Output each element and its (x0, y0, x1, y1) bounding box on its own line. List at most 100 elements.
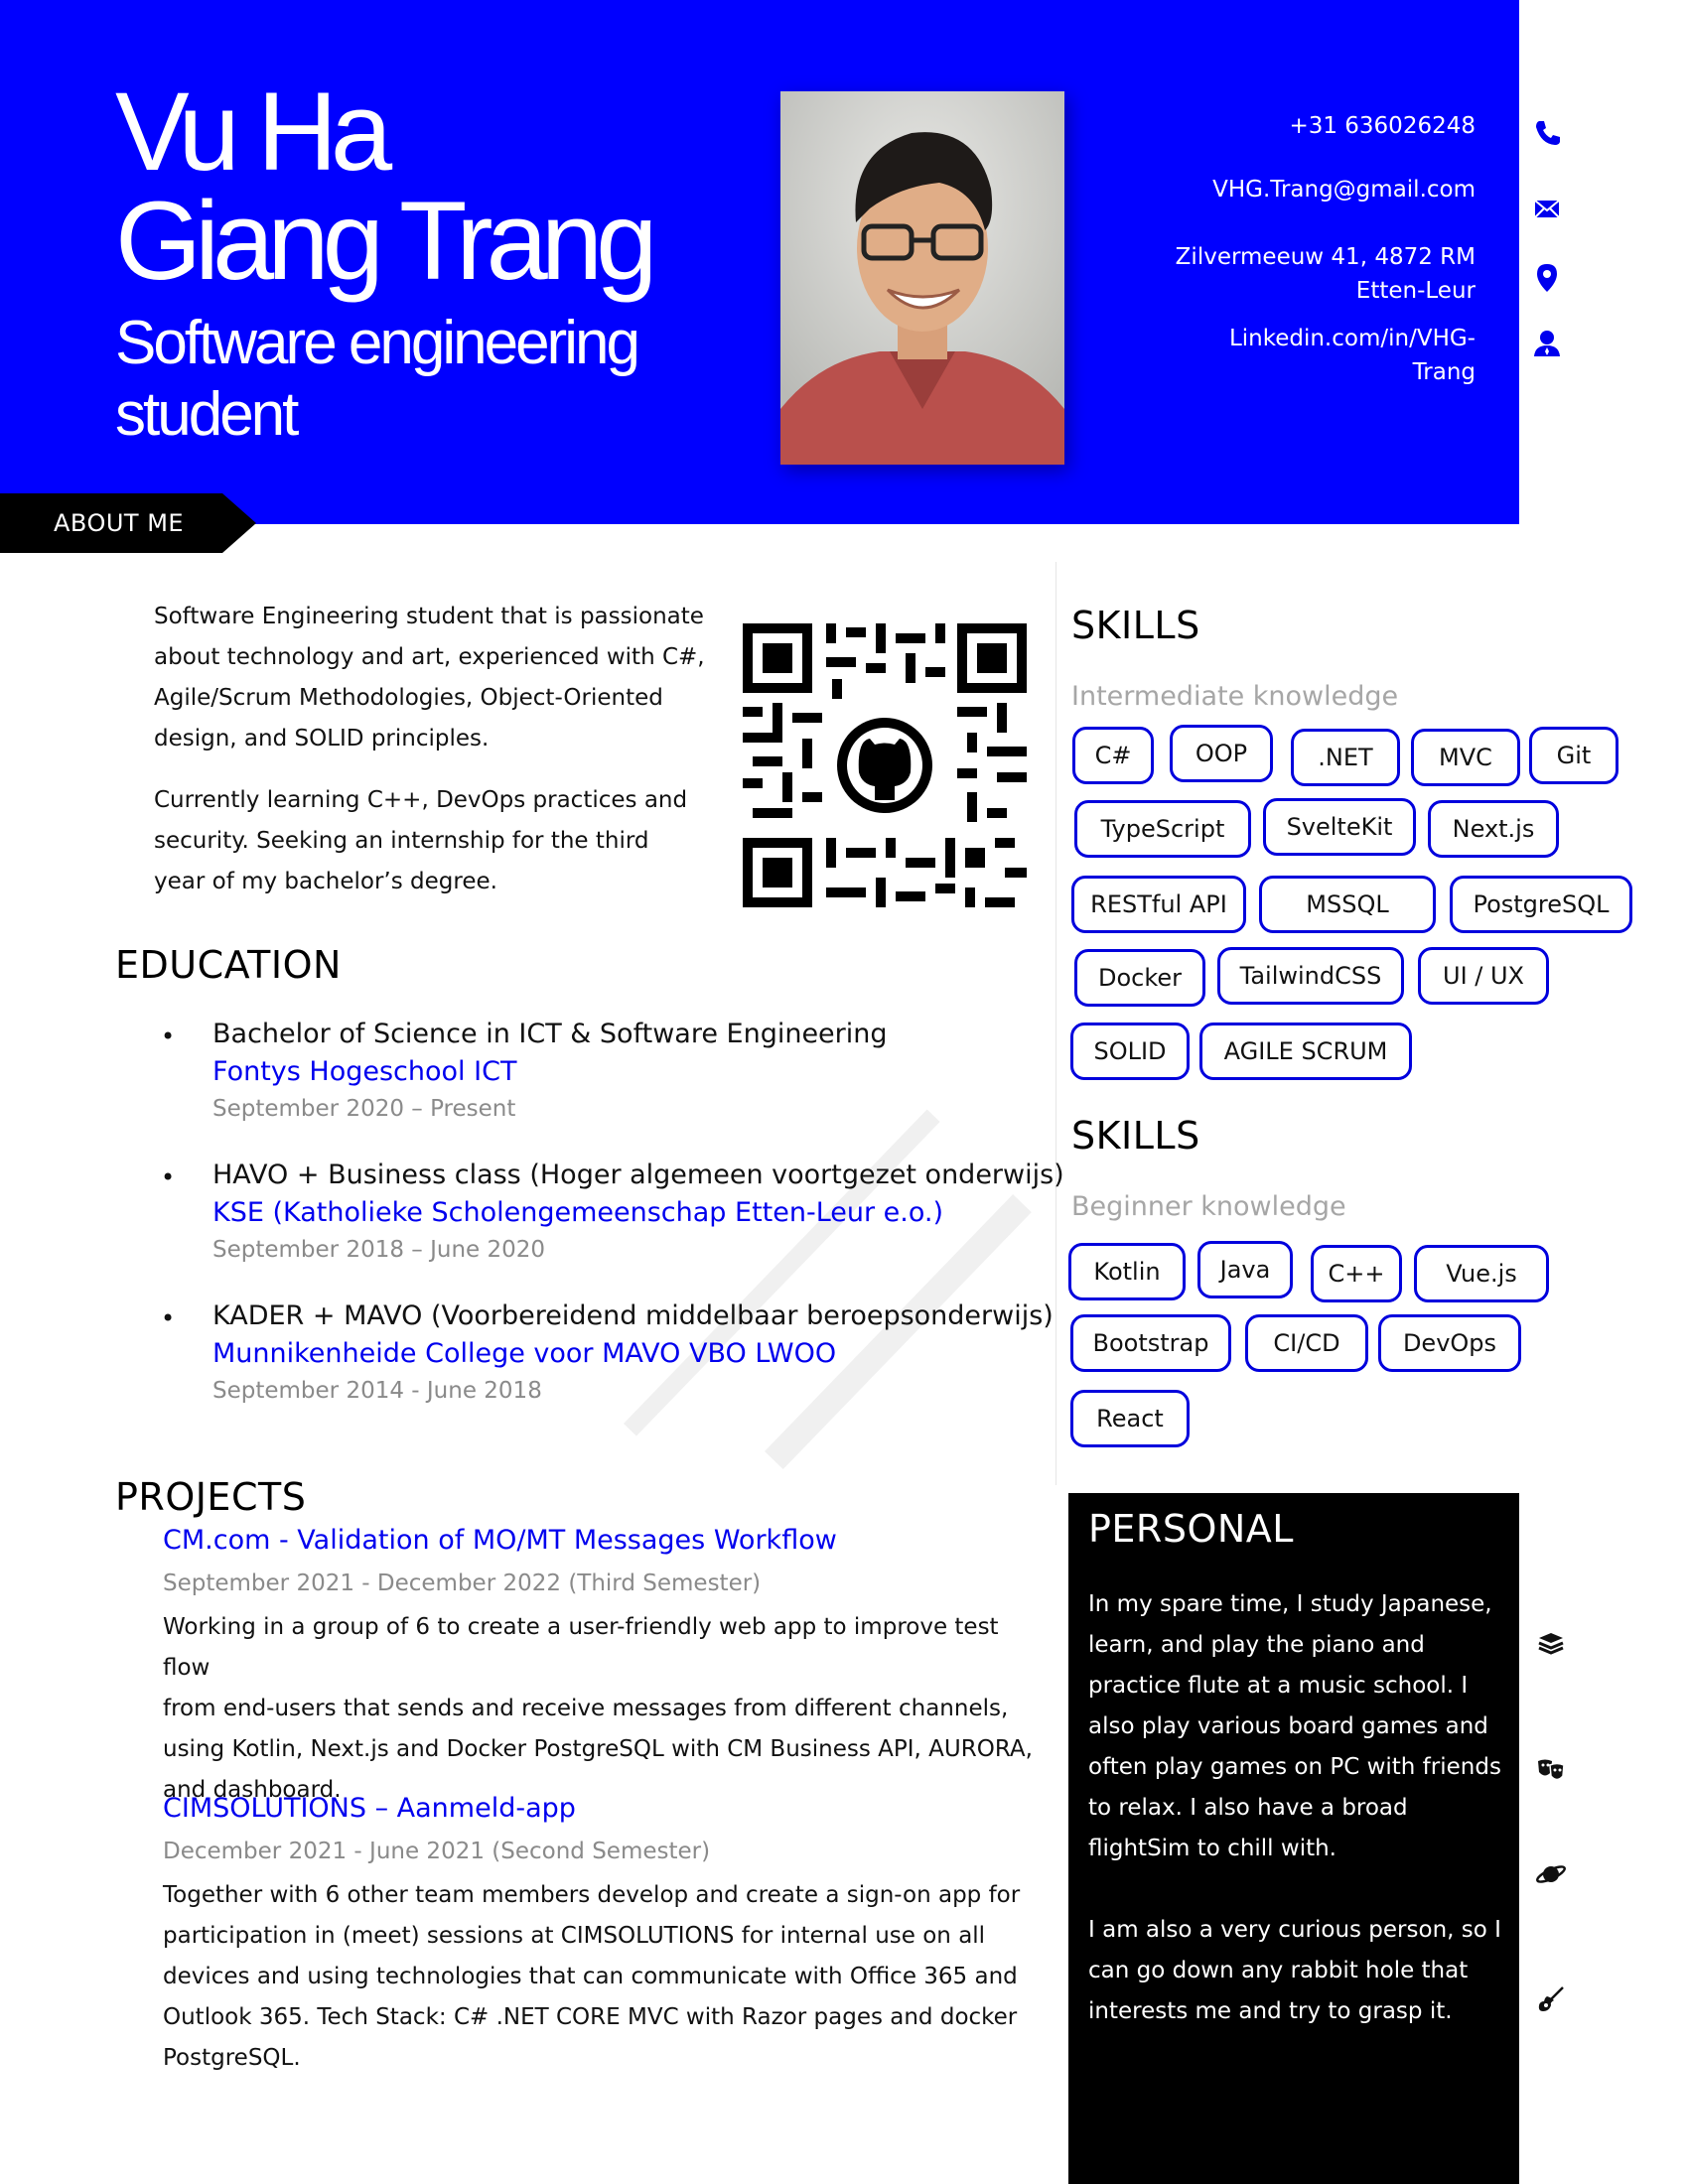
personal-line: often play games on PC with friends (1088, 1754, 1501, 1780)
decorative-stripe (624, 1109, 940, 1436)
project-line: Outlook 365. Tech Stack: C# .NET CORE MV… (163, 2004, 1018, 2030)
about-line: security. Seeking an internship for the … (154, 828, 649, 854)
projects-heading: PROJECTS (115, 1475, 307, 1519)
personal-heading: PERSONAL (1088, 1507, 1294, 1551)
personal-line: also play various board games and (1088, 1713, 1488, 1739)
job-title: Software engineering student (115, 308, 671, 451)
github-qr-code[interactable] (743, 623, 1027, 907)
skill-pill: C# (1072, 727, 1154, 784)
skill-pill: CI/CD (1245, 1314, 1368, 1372)
about-me-tab-label: ABOUT ME (54, 509, 185, 537)
profile-icon (1534, 331, 1560, 356)
personal-line: to relax. I also have a broad (1088, 1795, 1408, 1821)
skill-pill: Vue.js (1414, 1245, 1549, 1302)
education-school[interactable]: Fontys Hogeschool ICT (212, 1056, 516, 1087)
skill-pill: TypeScript (1074, 800, 1251, 858)
job-title-line2: student (115, 380, 299, 449)
skill-pill: Bootstrap (1070, 1314, 1231, 1372)
skill-pill: UI / UX (1418, 947, 1549, 1005)
contact-email[interactable]: VHG.Trang@gmail.com (1212, 173, 1476, 206)
job-title-line1: Software engineering (115, 309, 640, 377)
bullet: • (161, 1304, 176, 1332)
education-dates: September 2018 – June 2020 (212, 1237, 546, 1263)
about-line: about technology and art, experienced wi… (154, 644, 705, 670)
contact-linkedin[interactable]: Linkedin.com/in/VHG- Trang (1229, 322, 1476, 389)
personal-line: can go down any rabbit hole that (1088, 1958, 1469, 1983)
skill-pill: Git (1529, 727, 1618, 784)
about-line: Currently learning C++, DevOps practices… (154, 787, 688, 813)
education-dates: September 2014 - June 2018 (212, 1378, 542, 1404)
project-line: from end-users that sends and receive me… (163, 1696, 1009, 1721)
skill-pill: Docker (1074, 949, 1205, 1007)
skill-pill: SOLID (1070, 1023, 1190, 1080)
skills-heading: SKILLS (1071, 604, 1200, 647)
contact-address-line1: Zilvermeeuw 41, 4872 RM (1175, 244, 1476, 270)
skill-pill: Next.js (1428, 800, 1559, 858)
contact-address: Zilvermeeuw 41, 4872 RM Etten-Leur (1176, 240, 1476, 308)
about-paragraph-2: Currently learning C++, DevOps practices… (154, 780, 710, 902)
project-title[interactable]: CIMSOLUTIONS – Aanmeld-app (163, 1793, 576, 1824)
about-line: design, and SOLID principles. (154, 726, 490, 751)
skills-subheading: Beginner knowledge (1071, 1191, 1346, 1222)
contact-linkedin-line2: Trang (1412, 359, 1476, 385)
profile-photo (780, 91, 1064, 465)
skill-pill: OOP (1170, 725, 1273, 782)
skill-pill: MVC (1411, 729, 1520, 786)
planet-icon (1536, 1865, 1566, 1883)
phone-icon (1536, 121, 1560, 145)
education-school[interactable]: KSE (Katholieke Scholengemeenschap Etten… (212, 1197, 943, 1228)
bullet: • (161, 1023, 176, 1050)
personal-description: In my spare time, I study Japanese, lear… (1088, 1584, 1505, 2032)
project-dates: September 2021 - December 2022 (Third Se… (163, 1570, 762, 1596)
education-degree: HAVO + Business class (Hoger algemeen vo… (212, 1160, 1064, 1190)
personal-line: learn, and play the piano and (1088, 1632, 1425, 1658)
project-description: Working in a group of 6 to create a user… (163, 1607, 1047, 1811)
skill-pill: .NET (1291, 729, 1400, 786)
mail-icon (1534, 200, 1560, 218)
skill-pill: MSSQL (1259, 876, 1436, 933)
project-line: Together with 6 other team members devel… (163, 1882, 1021, 1908)
project-line: devices and using technologies that can … (163, 1964, 1018, 1989)
skill-pill: Kotlin (1068, 1243, 1186, 1300)
skill-pill: PostgreSQL (1450, 876, 1632, 933)
personal-line: flightSim to chill with. (1088, 1836, 1336, 1861)
bullet: • (161, 1163, 176, 1191)
skill-pill: Java (1197, 1241, 1293, 1298)
education-degree: KADER + MAVO (Voorbereidend middelbaar b… (212, 1300, 1054, 1331)
guitar-icon (1538, 1986, 1564, 2011)
education-dates: September 2020 – Present (212, 1096, 516, 1122)
about-line: Agile/Scrum Methodologies, Object-Orient… (154, 685, 663, 711)
personal-line: interests me and try to grasp it. (1088, 1998, 1453, 2024)
personal-panel: PERSONAL In my spare time, I study Japan… (1068, 1493, 1519, 2184)
project-line: using Kotlin, Next.js and Docker Postgre… (163, 1736, 1033, 1762)
name-first: Vu Ha (115, 69, 392, 194)
about-line: Software Engineering student that is pas… (154, 604, 704, 629)
project-line: PostgreSQL. (163, 2045, 301, 2071)
skill-pill: C++ (1311, 1245, 1402, 1302)
skill-pill: AGILE SCRUM (1199, 1023, 1412, 1080)
personal-line: I am also a very curious person, so I (1088, 1917, 1501, 1943)
project-description: Together with 6 other team members devel… (163, 1875, 1047, 2079)
education-degree: Bachelor of Science in ICT & Software En… (212, 1019, 888, 1049)
books-icon (1538, 1633, 1564, 1655)
location-icon (1537, 264, 1557, 292)
education-school[interactable]: Munnikenheide College voor MAVO VBO LWOO (212, 1338, 836, 1369)
personal-line: practice flute at a music school. I (1088, 1673, 1469, 1699)
project-title[interactable]: CM.com - Validation of MO/MT Messages Wo… (163, 1525, 837, 1556)
skills-heading: SKILLS (1071, 1114, 1200, 1158)
contact-address-line2: Etten-Leur (1355, 278, 1476, 304)
contact-linkedin-line1: Linkedin.com/in/VHG- (1228, 326, 1476, 351)
skill-pill: React (1070, 1390, 1190, 1447)
project-line: Working in a group of 6 to create a user… (163, 1614, 999, 1681)
skill-pill: DevOps (1378, 1314, 1521, 1372)
about-paragraph-1: Software Engineering student that is pas… (154, 597, 710, 759)
about-line: year of my bachelor’s degree. (154, 869, 497, 894)
project-line: participation in (meet) sessions at CIMS… (163, 1923, 986, 1949)
skill-pill: TailwindCSS (1217, 947, 1404, 1005)
contact-phone[interactable]: +31 636026248 (1289, 109, 1476, 143)
personal-line: In my spare time, I study Japanese, (1088, 1591, 1492, 1617)
theater-masks-icon (1538, 1759, 1565, 1781)
name-last: Giang Trang (115, 179, 657, 303)
project-dates: December 2021 - June 2021 (Second Semest… (163, 1839, 711, 1864)
education-heading: EDUCATION (115, 943, 342, 987)
